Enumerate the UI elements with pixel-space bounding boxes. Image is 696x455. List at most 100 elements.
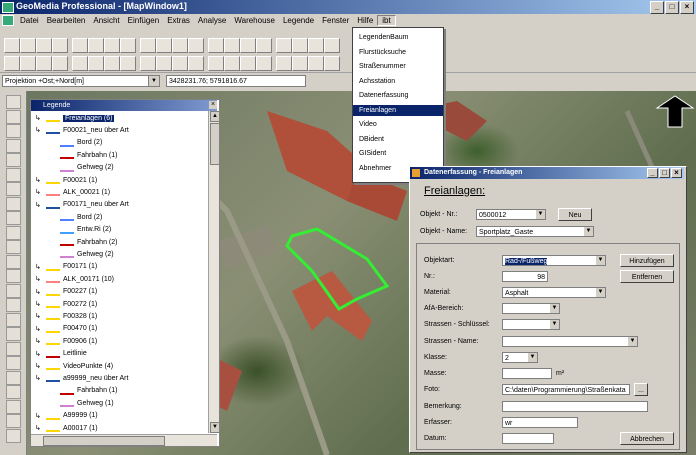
- toolbar-button[interactable]: [88, 38, 104, 53]
- legend-toggle-icon[interactable]: ↳: [35, 188, 43, 196]
- legend-toggle-icon[interactable]: ↳: [35, 412, 43, 420]
- toolbar-button[interactable]: [188, 38, 204, 53]
- toolbar-button[interactable]: [120, 56, 136, 71]
- toolbar-button[interactable]: [256, 38, 272, 53]
- toolbar-button[interactable]: [324, 38, 340, 53]
- left-tool-button[interactable]: [6, 370, 21, 385]
- dropdown-item[interactable]: Achsstation: [353, 76, 443, 87]
- toolbar-button[interactable]: [20, 56, 36, 71]
- left-tool-button[interactable]: [6, 182, 21, 196]
- legend-toggle-icon[interactable]: ↳: [35, 312, 43, 320]
- legend-item[interactable]: Gehweg (2): [49, 164, 114, 172]
- left-tool-button[interactable]: [6, 283, 21, 298]
- left-tool-button[interactable]: [6, 95, 21, 109]
- abbrechen-button[interactable]: Abbrechen: [620, 432, 674, 445]
- left-tool-button[interactable]: [6, 341, 21, 356]
- scroll-up-icon[interactable]: ▲: [210, 111, 220, 122]
- foto-browse-button[interactable]: ...: [634, 383, 648, 396]
- toolbar-button[interactable]: [156, 38, 172, 53]
- toolbar-button[interactable]: [208, 56, 224, 71]
- nr-input[interactable]: 98: [502, 271, 548, 282]
- minimize-button[interactable]: _: [650, 1, 664, 14]
- left-tool-button[interactable]: [6, 167, 21, 182]
- scroll-thumb[interactable]: [210, 123, 220, 165]
- menu-item[interactable]: Bearbeiten: [43, 16, 90, 25]
- menu-item[interactable]: Einfügen: [124, 16, 164, 25]
- legend-item[interactable]: ↳ A99999 (1): [35, 412, 98, 420]
- legend-item[interactable]: ↳ F00171 (1): [35, 263, 97, 271]
- legend-item[interactable]: Fahrbahn (1): [49, 387, 117, 395]
- legend-item[interactable]: ↳ F00272 (1): [35, 300, 97, 308]
- foto-input[interactable]: C:\daten\Programmierung\Straßenkata: [502, 384, 630, 395]
- strassen-name-select[interactable]: ▼: [502, 336, 638, 347]
- left-tool-button[interactable]: [6, 225, 21, 240]
- toolbar-button[interactable]: [208, 38, 224, 53]
- legend-toggle-icon[interactable]: ↳: [35, 176, 43, 184]
- dropdown-item[interactable]: Datenerfassung: [353, 90, 443, 101]
- toolbar-button[interactable]: [172, 38, 188, 53]
- legend-toggle-icon[interactable]: ↳: [35, 362, 43, 370]
- toolbar-button[interactable]: [308, 56, 324, 71]
- left-tool-button[interactable]: [6, 312, 21, 327]
- menu-item[interactable]: Analyse: [194, 16, 230, 25]
- toolbar-button[interactable]: [256, 56, 272, 71]
- material-select[interactable]: Asphalt ▼: [502, 287, 606, 298]
- legend-horizontal-scrollbar[interactable]: [31, 434, 217, 446]
- left-tool-button[interactable]: [6, 153, 21, 167]
- maximize-button[interactable]: □: [659, 168, 670, 178]
- bemerkung-input[interactable]: [502, 401, 648, 412]
- legend-toggle-icon[interactable]: ↳: [35, 126, 43, 134]
- menu-item[interactable]: Datei: [16, 16, 43, 25]
- legend-item[interactable]: Gehweg (2): [49, 250, 114, 259]
- objekt-nr-select[interactable]: 0500012 ▼: [476, 209, 546, 220]
- masse-input[interactable]: [502, 368, 552, 379]
- dropdown-item[interactable]: LegendenBaum: [353, 32, 443, 43]
- legend-toggle-icon[interactable]: ↳: [35, 325, 43, 333]
- legend-item[interactable]: ↳ F00227 (1): [35, 288, 97, 296]
- klasse-select[interactable]: 2 ▼: [502, 352, 538, 363]
- afa-bereich-select[interactable]: ▼: [502, 303, 560, 314]
- toolbar-button[interactable]: [324, 56, 340, 71]
- legend-item[interactable]: Bord (2): [49, 139, 102, 147]
- strassen-schluessel-select[interactable]: ▼: [502, 319, 560, 330]
- menu-item[interactable]: ibt: [377, 15, 396, 26]
- left-tool-button[interactable]: [6, 428, 21, 443]
- menu-item[interactable]: Legende: [279, 16, 318, 25]
- toolbar-button[interactable]: [104, 38, 120, 53]
- toolbar-button[interactable]: [104, 56, 120, 71]
- left-tool-button[interactable]: [6, 254, 21, 269]
- maximize-button[interactable]: □: [665, 1, 679, 14]
- projection-select[interactable]: Projektion +Ost;+Nord[m] ▼: [2, 75, 160, 87]
- legend-item[interactable]: ↳ a99999_neu über Art: [35, 374, 128, 383]
- toolbar-button[interactable]: [224, 56, 240, 71]
- minimize-button[interactable]: _: [647, 168, 658, 178]
- legend-item[interactable]: ↳ F00470 (1): [35, 325, 97, 333]
- toolbar-button[interactable]: [140, 56, 156, 71]
- toolbar-button[interactable]: [20, 38, 36, 53]
- toolbar-button[interactable]: [188, 56, 204, 71]
- legend-toggle-icon[interactable]: ↳: [35, 337, 43, 345]
- legend-toggle-icon[interactable]: ↳: [35, 350, 43, 358]
- legend-item[interactable]: ↳ F00171_neu über Art: [35, 201, 129, 209]
- legend-toggle-icon[interactable]: ↳: [35, 424, 43, 432]
- toolbar-button[interactable]: [4, 56, 20, 71]
- toolbar-button[interactable]: [172, 56, 188, 71]
- legend-item[interactable]: ↳ F00328 (1): [35, 312, 97, 321]
- dropdown-item[interactable]: Flurstücksuche: [353, 47, 443, 58]
- legend-item[interactable]: ↳ VideoPunkte (4): [35, 362, 113, 370]
- toolbar-button[interactable]: [240, 38, 256, 53]
- legend-toggle-icon[interactable]: ↳: [35, 275, 43, 283]
- legend-toggle-icon[interactable]: ↳: [35, 288, 43, 296]
- menu-item[interactable]: Extras: [163, 16, 194, 25]
- left-tool-button[interactable]: [6, 211, 21, 225]
- dropdown-item[interactable]: GISident: [353, 148, 443, 159]
- toolbar-button[interactable]: [224, 38, 240, 53]
- legend-vertical-scrollbar[interactable]: ▲ ▼: [208, 111, 220, 433]
- toolbar-button[interactable]: [4, 38, 20, 53]
- hinzufuegen-button[interactable]: Hinzufügen: [620, 254, 674, 267]
- close-button[interactable]: ×: [680, 1, 694, 14]
- toolbar-button[interactable]: [36, 38, 52, 53]
- menu-item[interactable]: Hilfe: [353, 16, 377, 25]
- toolbar-button[interactable]: [120, 38, 136, 53]
- toolbar-button[interactable]: [88, 56, 104, 71]
